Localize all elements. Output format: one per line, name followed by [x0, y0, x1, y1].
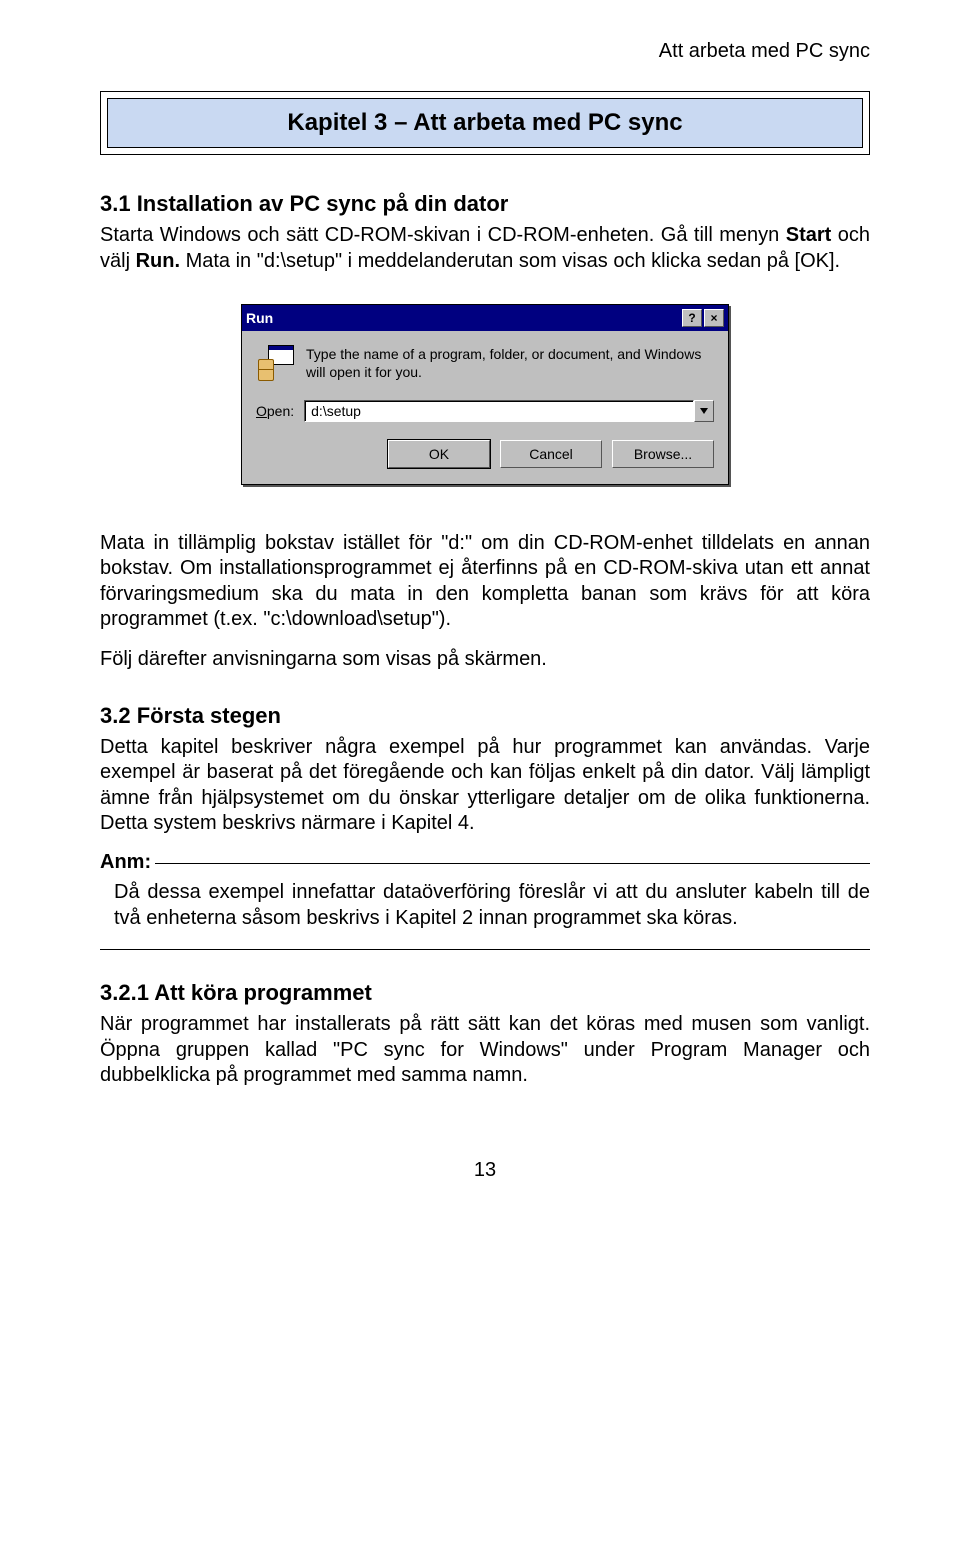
chevron-down-icon	[700, 408, 708, 414]
chapter-title: Kapitel 3 – Att arbeta med PC sync	[107, 98, 863, 148]
help-button[interactable]: ?	[682, 309, 702, 327]
browse-button[interactable]: Browse...	[612, 440, 714, 468]
chapter-box: Kapitel 3 – Att arbeta med PC sync	[100, 91, 870, 155]
heading-3-1: 3.1 Installation av PC sync på din dator	[100, 191, 870, 217]
page-number: 13	[100, 1159, 870, 1182]
dialog-title: Run	[246, 310, 680, 326]
run-dialog-figure: Run ? × Type the name of a program, fold…	[100, 304, 870, 484]
dialog-description: Type the name of a program, folder, or d…	[306, 345, 714, 381]
para-3-1-a: Starta Windows och sätt CD-ROM-skivan i …	[100, 223, 870, 274]
heading-3-2-1: 3.2.1 Att köra programmet	[100, 980, 870, 1006]
run-dialog: Run ? × Type the name of a program, fold…	[241, 304, 729, 484]
text-bold: Run.	[136, 250, 180, 272]
note-body: Då dessa exempel innefattar dataöverföri…	[100, 874, 870, 950]
para-3-2-1-a: När programmet har installerats på rätt …	[100, 1012, 870, 1089]
ok-button[interactable]: OK	[388, 440, 490, 468]
note-label: Anm:	[100, 851, 155, 874]
heading-3-2: 3.2 Första stegen	[100, 703, 870, 729]
run-icon	[256, 345, 294, 381]
cancel-button[interactable]: Cancel	[500, 440, 602, 468]
close-button[interactable]: ×	[704, 309, 724, 327]
titlebar: Run ? ×	[242, 305, 728, 331]
dropdown-button[interactable]	[694, 400, 714, 422]
open-label: Open:	[256, 403, 294, 419]
open-input[interactable]	[304, 400, 694, 422]
text: Mata in "d:\setup" i meddelanderutan som…	[180, 250, 840, 272]
para-3-1-b: Mata in tillämplig bokstav istället för …	[100, 531, 870, 633]
dialog-body: Type the name of a program, folder, or d…	[242, 331, 728, 483]
text-bold: Start	[786, 224, 832, 246]
open-label-underline: O	[256, 403, 267, 419]
running-header: Att arbeta med PC sync	[100, 40, 870, 63]
open-combobox[interactable]	[304, 400, 714, 422]
text: Starta Windows och sätt CD-ROM-skivan i …	[100, 224, 786, 246]
para-3-1-c: Följ därefter anvisningarna som visas på…	[100, 647, 870, 673]
note-block: Anm: Då dessa exempel innefattar dataöve…	[100, 851, 870, 950]
open-label-rest: pen:	[267, 403, 294, 419]
para-3-2-a: Detta kapitel beskriver några exempel på…	[100, 735, 870, 837]
